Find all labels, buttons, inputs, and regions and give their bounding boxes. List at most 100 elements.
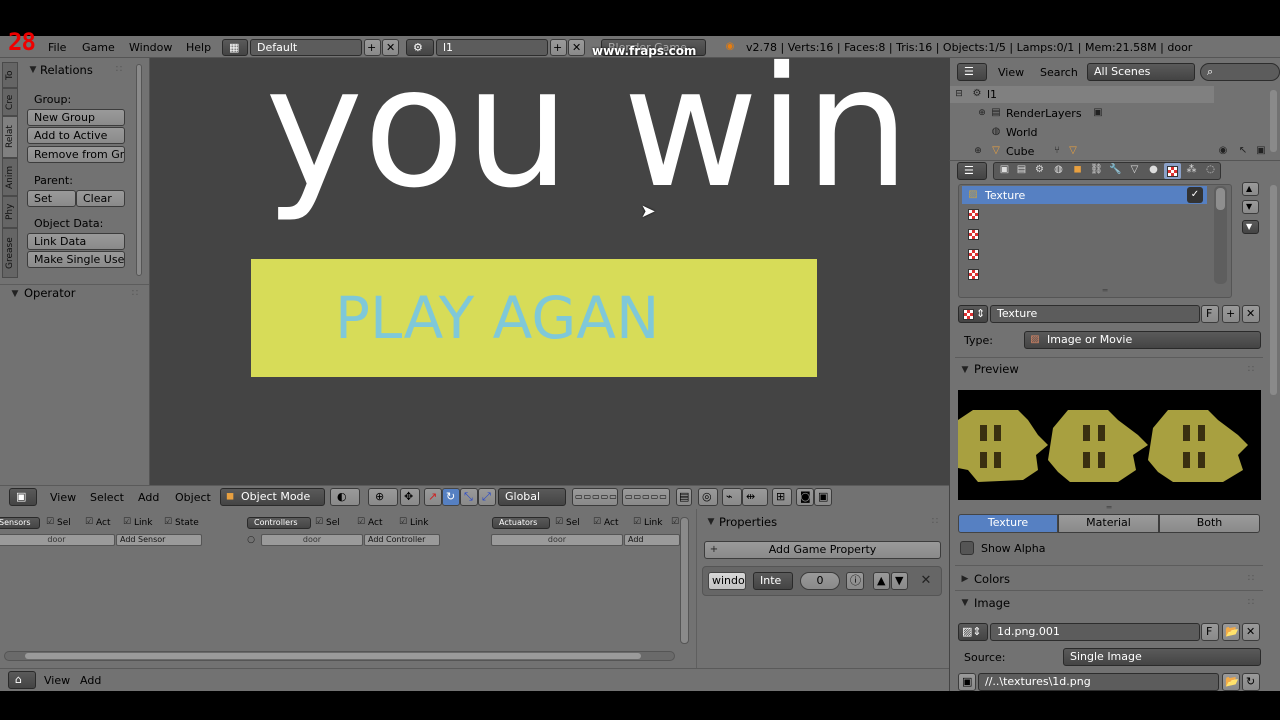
image-packing-button[interactable]: ▣ xyxy=(958,673,976,691)
modifiers-tab-icon[interactable]: 🔧 xyxy=(1107,162,1124,178)
preview-tab-texture[interactable]: Texture xyxy=(958,514,1058,533)
property-debug-button[interactable]: ⓘ xyxy=(846,572,864,590)
checkbox-icon[interactable]: ☑ xyxy=(632,515,642,529)
operator-panel-title[interactable]: Operator xyxy=(24,286,75,300)
list-resize-grip-icon[interactable]: ═ xyxy=(1096,283,1114,299)
move-slot-down-button[interactable]: ▼ xyxy=(1242,200,1259,214)
drag-grip-icon[interactable]: ∷ xyxy=(928,514,942,530)
logic-menu-add[interactable]: Add xyxy=(80,674,101,687)
tab-tools[interactable]: To xyxy=(2,62,18,88)
particles-tab-icon[interactable]: ⁂ xyxy=(1183,162,1200,178)
add-sensor-dropdown[interactable]: Add Sensor xyxy=(116,534,202,546)
remove-layout-button[interactable]: ✕ xyxy=(382,39,399,56)
preview-tab-material[interactable]: Material xyxy=(1058,514,1159,533)
render-anim-button[interactable]: ▣ xyxy=(814,488,832,506)
cursor-select-icon[interactable]: ↖ xyxy=(1236,143,1250,159)
show-alpha-checkbox[interactable] xyxy=(960,541,974,555)
expand-toggle-icon[interactable]: ⊟ xyxy=(953,86,965,102)
add-controller-dropdown[interactable]: Add Controller xyxy=(364,534,440,546)
drag-grip-icon[interactable]: ∷ xyxy=(128,286,142,302)
outliner-menu-search[interactable]: Search xyxy=(1040,66,1078,79)
scene-tab-icon[interactable]: ⚙ xyxy=(1031,162,1048,178)
relations-panel-title[interactable]: Relations xyxy=(40,63,93,77)
clear-parent-button[interactable]: Clear xyxy=(76,190,125,207)
view3d-menu-view[interactable]: View xyxy=(50,491,76,504)
image-filepath-field[interactable]: //..\textures\1d.png xyxy=(978,673,1219,691)
actuators-object-field[interactable]: door xyxy=(491,534,623,546)
link-data-button[interactable]: Link Data xyxy=(27,233,125,250)
logic-menu-view[interactable]: View xyxy=(44,674,70,687)
render-layers-tab-icon[interactable]: ▤ xyxy=(1013,162,1030,178)
expand-toggle-icon[interactable]: ⊕ xyxy=(976,105,988,121)
menu-window[interactable]: Window xyxy=(129,41,172,54)
empty-slot-icon[interactable] xyxy=(968,249,979,260)
horizontal-scroll-thumb[interactable] xyxy=(25,653,641,659)
camera-render-icon[interactable]: ▣ xyxy=(1254,143,1268,159)
view3d-menu-add[interactable]: Add xyxy=(138,491,159,504)
add-actuator-dropdown[interactable]: Add Actuator xyxy=(624,534,680,546)
layout-selector[interactable]: Default xyxy=(250,39,362,56)
add-to-active-button[interactable]: Add to Active xyxy=(27,127,125,144)
texture-list-scroll-thumb[interactable] xyxy=(1216,188,1225,210)
mesh-data-tab-icon[interactable]: ▽ xyxy=(1126,162,1143,178)
drag-grip-icon[interactable]: ∷ xyxy=(1244,571,1258,587)
add-layout-button[interactable]: + xyxy=(364,39,381,56)
browse-filepath-button[interactable]: 📂 xyxy=(1222,673,1240,691)
move-down-button[interactable]: ▼ xyxy=(891,572,908,590)
property-name-field[interactable]: windo xyxy=(708,572,746,590)
object-tab-icon[interactable]: ◼ xyxy=(1069,162,1086,178)
actuators-dropdown[interactable]: Actuators xyxy=(492,517,550,529)
checkbox-icon[interactable]: ☑ xyxy=(356,515,366,529)
empty-slot-icon[interactable] xyxy=(968,209,979,220)
add-scene-button[interactable]: + xyxy=(550,39,567,56)
texture-type-selector[interactable]: Image or Movie xyxy=(1024,331,1261,349)
collapse-triangle-icon[interactable]: ▼ xyxy=(960,595,970,611)
scene-selector[interactable]: l1 xyxy=(436,39,548,56)
menu-file[interactable]: File xyxy=(48,41,66,54)
drag-grip-icon[interactable]: ∷ xyxy=(1244,362,1258,378)
drag-grip-icon[interactable]: ∷ xyxy=(1244,595,1258,611)
physics-tab-icon[interactable]: ◌ xyxy=(1202,162,1219,178)
checkbox-icon[interactable]: ☑ xyxy=(122,515,132,529)
layout-icon-button[interactable]: ▦ xyxy=(222,39,248,56)
preview-tab-both[interactable]: Both xyxy=(1159,514,1260,533)
properties-panel-title[interactable]: Properties xyxy=(719,515,777,529)
play-again-button[interactable]: PLAY AGAN xyxy=(251,259,817,377)
editor-type-button[interactable]: ▣ xyxy=(9,488,37,506)
scale-manipulator-button[interactable]: ⤡ xyxy=(460,488,478,506)
manipulator-toggle-button[interactable]: ✥ xyxy=(400,488,420,506)
image-panel-title[interactable]: Image xyxy=(974,596,1010,610)
new-texture-button[interactable]: + xyxy=(1222,305,1240,323)
outliner-scrollbar[interactable] xyxy=(1270,90,1277,152)
render-tab-icon[interactable]: ▣ xyxy=(996,162,1013,178)
remove-property-icon[interactable]: ✕ xyxy=(919,573,933,589)
world-tab-icon[interactable]: ◍ xyxy=(1050,162,1067,178)
properties-scrollbar[interactable] xyxy=(1270,185,1277,395)
open-image-button[interactable]: 📂 xyxy=(1222,623,1240,641)
texture-browse-button[interactable]: ⇕ xyxy=(958,305,988,323)
expand-toggle-icon[interactable]: ⊕ xyxy=(972,143,984,159)
logic-editor-type-button[interactable]: ⌂ xyxy=(8,671,36,689)
outliner-editor-type-button[interactable]: ☰ xyxy=(957,63,987,81)
move-slot-up-button[interactable]: ▲ xyxy=(1242,182,1259,196)
property-type-dropdown[interactable]: Inte xyxy=(753,572,793,590)
image-name-field[interactable]: 1d.png.001 xyxy=(990,623,1200,641)
checkbox-icon[interactable]: ☑ xyxy=(398,515,408,529)
collapse-triangle-icon[interactable]: ▼ xyxy=(706,514,716,530)
sensors-dropdown[interactable]: Sensors xyxy=(0,517,40,529)
layers-block-2[interactable]: ▭▭▭▭▭ xyxy=(622,488,670,506)
tab-grease-pencil[interactable]: Grease xyxy=(2,228,18,278)
logic-horizontal-scrollbar[interactable] xyxy=(4,651,675,661)
checkbox-icon[interactable]: ☑ xyxy=(84,515,94,529)
game-viewport[interactable]: you win PLAY AGAN ➤ xyxy=(150,58,949,485)
proportional-edit-button[interactable]: ◎ xyxy=(698,488,718,506)
lock-layers-button[interactable]: ▤ xyxy=(676,488,692,506)
scene-icon-button[interactable]: ⚙ xyxy=(406,39,434,56)
tab-relations[interactable]: Relat xyxy=(2,116,18,158)
view3d-menu-select[interactable]: Select xyxy=(90,491,124,504)
properties-editor-type-button[interactable]: ☰ xyxy=(957,162,987,180)
layers-block-1[interactable]: ▭▭▭▭▭ xyxy=(572,488,618,506)
expand-triangle-icon[interactable]: ▶ xyxy=(960,571,970,587)
viewport-shading-button[interactable]: ◐ xyxy=(330,488,360,506)
image-fake-user-button[interactable]: F xyxy=(1201,623,1219,641)
